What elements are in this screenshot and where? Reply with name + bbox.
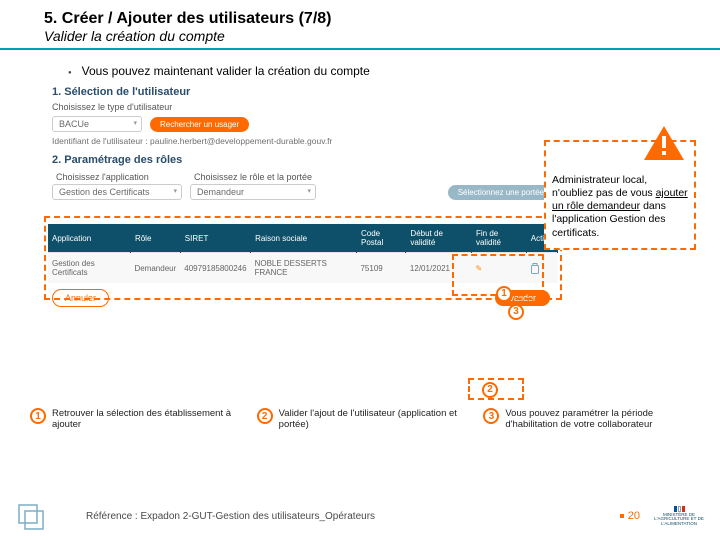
slide-title: 5. Créer / Ajouter des utilisateurs (7/8… xyxy=(44,10,686,28)
cell-role: Demandeur xyxy=(130,253,180,284)
legend-text-1: Retrouver la sélection des établissement… xyxy=(52,408,247,430)
page-number: 20 xyxy=(620,510,640,522)
legend-badge-2: 2 xyxy=(257,408,273,424)
bullet-text: Vous pouvez maintenant valider la créati… xyxy=(82,64,370,78)
step2-title: 2. Paramétrage des rôles xyxy=(52,154,554,166)
bullet-row: ● Vous pouvez maintenant valider la créa… xyxy=(68,64,710,78)
warning-icon xyxy=(642,124,686,165)
legend-row: 1 Retrouver la sélection des établisseme… xyxy=(30,408,700,430)
page-bullet-icon xyxy=(620,514,624,518)
logo-ministry: MINISTÈRE DE L'AGRICULTURE ET DE L'ALIME… xyxy=(654,499,704,533)
search-user-button[interactable]: Rechercher un usager xyxy=(150,117,249,132)
cell-debut: 12/01/2021 xyxy=(406,253,472,284)
cell-siret: 40979185800246 xyxy=(180,253,250,284)
warning-text: Administrateur local, n'oubliez pas de v… xyxy=(552,174,688,240)
slide-subtitle: Valider la création du compte xyxy=(44,28,686,44)
th-debut: Début de validité xyxy=(406,224,472,253)
roles-table: Application Rôle SIRET Raison sociale Co… xyxy=(48,224,558,283)
step1-title: 1. Sélection de l'utilisateur xyxy=(52,86,554,98)
logo-franceagrimer xyxy=(16,499,64,533)
delete-icon[interactable] xyxy=(530,263,540,272)
legend-badge-1: 1 xyxy=(30,408,46,424)
application-select[interactable]: Gestion des Certificats xyxy=(52,184,182,200)
legend-badge-3: 3 xyxy=(483,408,499,424)
role-select[interactable]: Demandeur xyxy=(190,184,316,200)
cell-cp: 75109 xyxy=(356,253,405,284)
warning-callout: Administrateur local, n'oubliez pas de v… xyxy=(544,140,696,250)
legend-item-3: 3 Vous pouvez paramétrer la période d'ha… xyxy=(483,408,700,430)
th-siret: SIRET xyxy=(180,224,250,253)
cancel-button[interactable]: Annuler xyxy=(52,289,109,307)
cell-fin: ✎ xyxy=(471,253,526,284)
page-number-value: 20 xyxy=(628,510,640,522)
th-role: Rôle xyxy=(130,224,180,253)
cell-raison: NOBLE DESSERTS FRANCE xyxy=(251,253,357,284)
choose-type-label: Choisissez le type d'utilisateur xyxy=(52,102,554,112)
th-fin: Fin de validité xyxy=(471,224,526,253)
footer-reference: Référence : Expadon 2-GUT-Gestion des ut… xyxy=(86,511,375,522)
warn-part1: Administrateur local, n'oubliez pas de v… xyxy=(552,174,656,199)
legend-text-3: Vous pouvez paramétrer la période d'habi… xyxy=(505,408,700,430)
callout-badge-3: 3 xyxy=(508,304,524,320)
th-app: Application xyxy=(48,224,130,253)
cell-app: Gestion des Certificats xyxy=(48,253,130,284)
legend-item-1: 1 Retrouver la sélection des établisseme… xyxy=(30,408,247,430)
table-row: Gestion des Certificats Demandeur 409791… xyxy=(48,253,558,284)
slide-header: 5. Créer / Ajouter des utilisateurs (7/8… xyxy=(0,0,720,50)
legend-item-2: 2 Valider l'ajout de l'utilisateur (appl… xyxy=(257,408,474,430)
ministry-text: MINISTÈRE DE L'AGRICULTURE ET DE L'ALIME… xyxy=(654,513,704,527)
callout-badge-1: 1 xyxy=(496,286,512,302)
app-screenshot: 1. Sélection de l'utilisateur Choisissez… xyxy=(48,86,558,307)
th-raison: Raison sociale xyxy=(251,224,357,253)
choose-role-label: Choisissez le rôle et la portée xyxy=(194,172,312,182)
user-email-line: Identifiant de l'utilisateur : pauline.h… xyxy=(52,136,554,146)
th-cp: Code Postal xyxy=(356,224,405,253)
edit-icon[interactable]: ✎ xyxy=(475,264,482,273)
legend-text-2: Valider l'ajout de l'utilisateur (applic… xyxy=(279,408,474,430)
select-scope-button[interactable]: Sélectionnez une portée xyxy=(448,185,554,200)
choose-app-label: Choisissez l'application xyxy=(56,172,178,182)
cell-action xyxy=(526,253,557,284)
user-type-select[interactable]: BACUe xyxy=(52,116,142,132)
bullet-dot-icon: ● xyxy=(68,70,72,76)
table-header-row: Application Rôle SIRET Raison sociale Co… xyxy=(48,224,558,253)
footer: Référence : Expadon 2-GUT-Gestion des ut… xyxy=(0,492,720,540)
callout-badge-2: 2 xyxy=(482,382,498,398)
